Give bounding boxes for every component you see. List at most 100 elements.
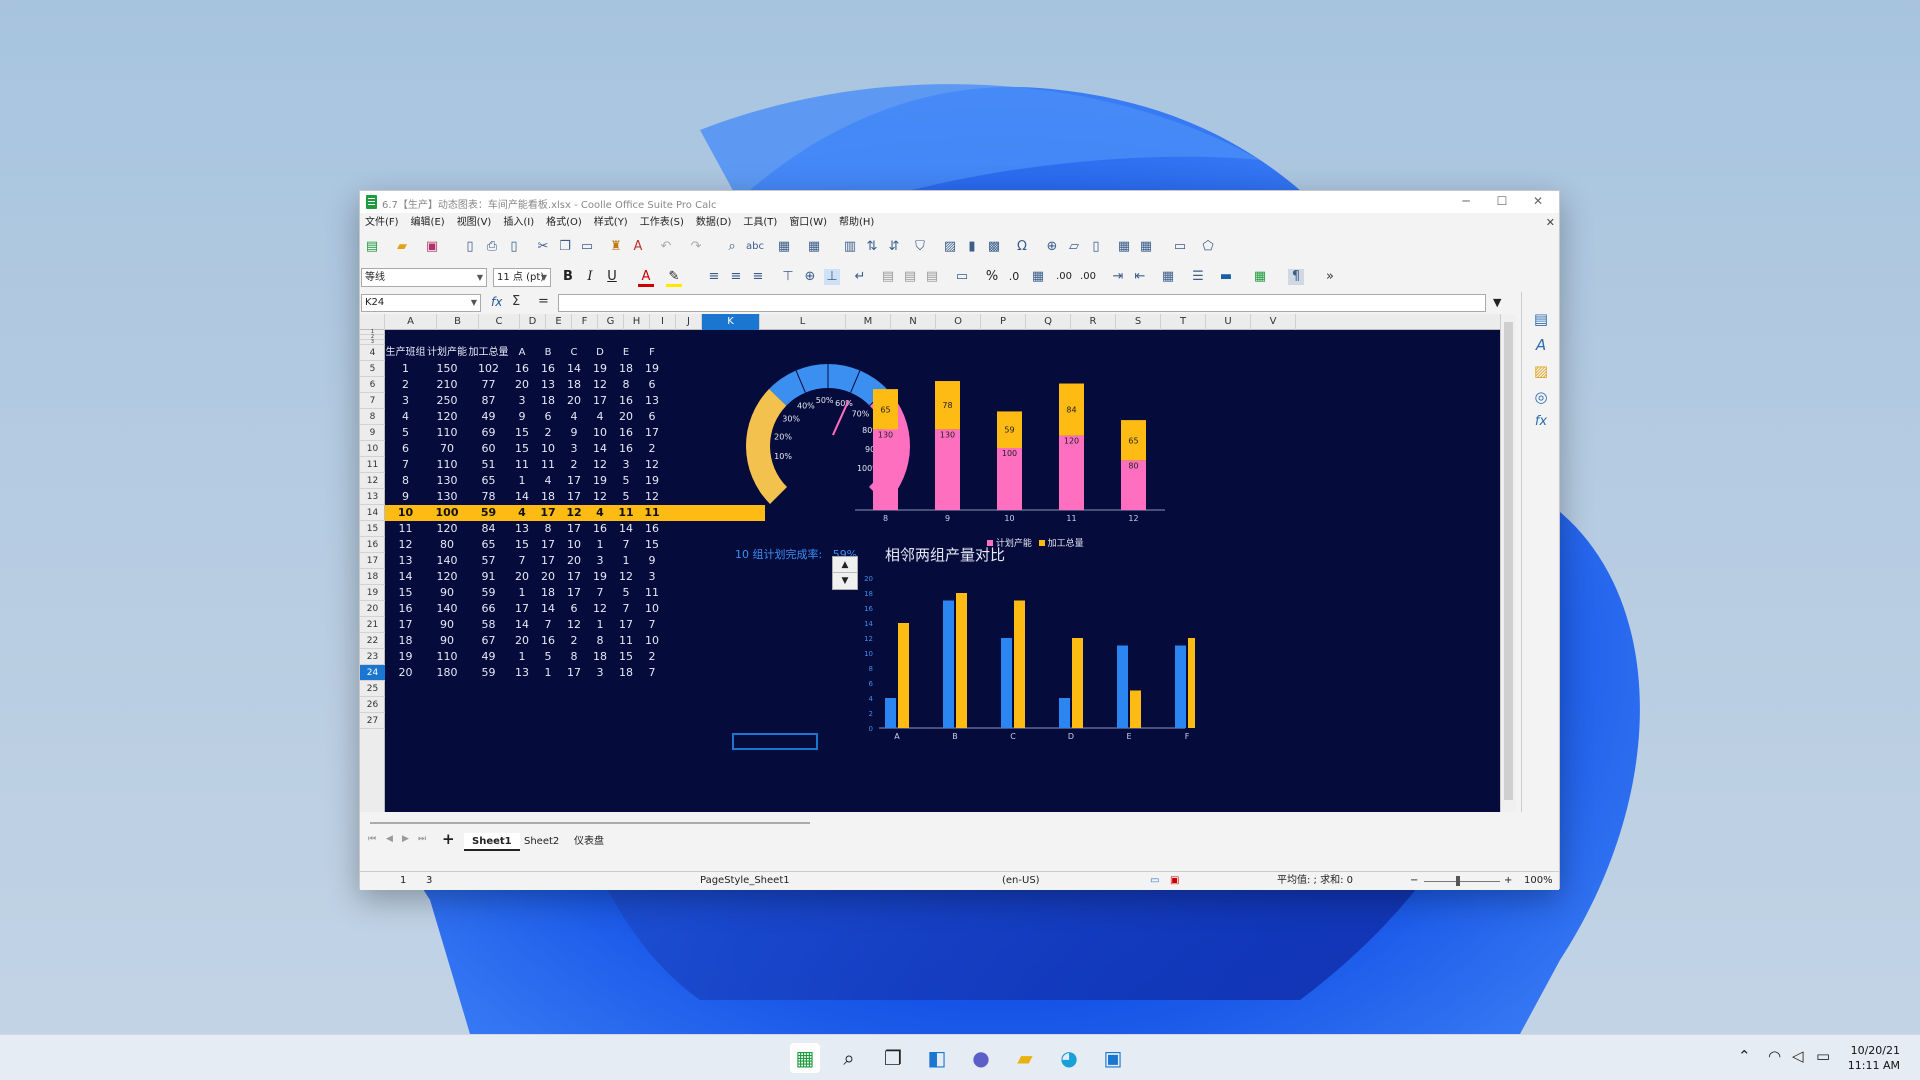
highlight-color-icon[interactable]: ✎ xyxy=(666,269,682,287)
row-header[interactable]: 27 xyxy=(360,713,385,729)
table-cell[interactable]: 19 xyxy=(639,361,665,377)
table-cell[interactable]: 6 xyxy=(561,601,587,617)
table-cell[interactable]: 90 xyxy=(426,617,468,633)
edge-icon[interactable]: ◕ xyxy=(1054,1043,1084,1073)
table-cell[interactable]: 3 xyxy=(587,665,613,681)
clone-formatting-icon[interactable]: ♜ xyxy=(608,239,624,255)
table-cell[interactable]: E xyxy=(613,345,639,361)
row-header[interactable]: 12 xyxy=(360,473,385,489)
table-cell[interactable]: 15 xyxy=(509,537,535,553)
table-cell[interactable]: 4 xyxy=(587,409,613,425)
table-cell[interactable]: 14 xyxy=(613,521,639,537)
table-cell[interactable]: 110 xyxy=(426,457,468,473)
table-cell[interactable]: 20 xyxy=(509,633,535,649)
zoom-level[interactable]: 100% xyxy=(1524,872,1553,890)
table-cell[interactable]: 20 xyxy=(613,409,639,425)
table-cell[interactable]: 17 xyxy=(385,617,426,633)
table-cell[interactable]: 1 xyxy=(535,665,561,681)
table-cell[interactable]: 20 xyxy=(561,553,587,569)
table-cell[interactable]: 1 xyxy=(385,361,426,377)
table-cell[interactable]: 计划产能 xyxy=(426,345,468,361)
wifi-icon[interactable]: ◠ xyxy=(1768,1047,1781,1065)
name-box[interactable]: K24 ▼ xyxy=(361,294,481,312)
define-print-area-icon[interactable]: ▦ xyxy=(1116,239,1132,255)
table-cell[interactable]: 17 xyxy=(639,425,665,441)
chat-icon[interactable]: ● xyxy=(966,1043,996,1073)
gallery-icon[interactable]: ▨ xyxy=(1530,362,1552,384)
menu-format[interactable]: 格式(O) xyxy=(541,213,589,232)
formatting-marks-icon[interactable]: ¶ xyxy=(1288,269,1304,285)
table-cell[interactable]: 7 xyxy=(613,601,639,617)
table-cell[interactable]: 18 xyxy=(613,361,639,377)
table-cell[interactable]: 生产班组 xyxy=(385,345,426,361)
last-sheet-icon[interactable]: ⏭ xyxy=(418,834,426,844)
table-cell[interactable]: 18 xyxy=(535,489,561,505)
table-cell[interactable]: 20 xyxy=(535,569,561,585)
clear-formatting-icon[interactable]: A xyxy=(630,239,646,255)
undo-icon[interactable]: ↶ xyxy=(658,239,674,255)
task-view-icon[interactable]: ❐ xyxy=(878,1043,908,1073)
table-cell[interactable]: 1 xyxy=(509,585,535,601)
column-header[interactable]: H xyxy=(624,314,650,330)
formula-icon[interactable]: = xyxy=(538,294,549,309)
comment-icon[interactable]: ▱ xyxy=(1066,239,1082,255)
table-cell[interactable]: 11 xyxy=(639,505,665,521)
menu-styles[interactable]: 样式(Y) xyxy=(589,213,635,232)
table-cell[interactable]: 3 xyxy=(587,553,613,569)
column-icon[interactable]: ▦ xyxy=(806,239,822,255)
table-cell[interactable]: D xyxy=(587,345,613,361)
table-cell[interactable]: 20 xyxy=(385,665,426,681)
table-cell[interactable]: 180 xyxy=(426,665,468,681)
row-header[interactable]: 18 xyxy=(360,569,385,585)
table-cell[interactable]: 13 xyxy=(509,665,535,681)
redo-icon[interactable]: ↷ xyxy=(688,239,704,255)
table-cell[interactable]: 67 xyxy=(468,633,509,649)
table-cell[interactable]: 2 xyxy=(535,425,561,441)
merge-center-icon[interactable]: ▤ xyxy=(902,269,918,285)
row-header[interactable]: 23 xyxy=(360,649,385,665)
border-style-icon[interactable]: ☰ xyxy=(1190,269,1206,285)
menu-view[interactable]: 视图(V) xyxy=(452,213,499,232)
table-cell[interactable]: 7 xyxy=(639,617,665,633)
font-name-select[interactable]: 等线 ▼ xyxy=(361,268,487,287)
tab-sheet1[interactable]: Sheet1 xyxy=(464,833,520,851)
table-cell[interactable]: 12 xyxy=(587,457,613,473)
insert-image-icon[interactable]: ▨ xyxy=(942,239,958,255)
table-cell[interactable]: A xyxy=(509,345,535,361)
table-cell[interactable]: 19 xyxy=(587,361,613,377)
menu-help[interactable]: 帮助(H) xyxy=(834,213,881,232)
table-cell[interactable]: 18 xyxy=(535,393,561,409)
table-cell[interactable]: 13 xyxy=(639,393,665,409)
table-cell[interactable]: 58 xyxy=(468,617,509,633)
spin-up-icon[interactable]: ▲ xyxy=(833,557,857,573)
table-cell[interactable]: 3 xyxy=(509,393,535,409)
row-header[interactable]: 25 xyxy=(360,681,385,697)
table-cell[interactable]: 17 xyxy=(509,601,535,617)
table-cell[interactable]: 12 xyxy=(587,601,613,617)
table-cell[interactable]: 59 xyxy=(468,505,509,521)
export-pdf-icon[interactable]: ▯ xyxy=(462,239,478,255)
table-cell[interactable]: 49 xyxy=(468,409,509,425)
table-cell[interactable]: 18 xyxy=(587,649,613,665)
table-cell[interactable]: 9 xyxy=(639,553,665,569)
table-cell[interactable]: 77 xyxy=(468,377,509,393)
table-cell[interactable]: 11 xyxy=(613,633,639,649)
functions-icon[interactable]: fx xyxy=(1530,414,1552,436)
table-cell[interactable]: 19 xyxy=(385,649,426,665)
table-cell[interactable]: 5 xyxy=(385,425,426,441)
table-cell[interactable]: 120 xyxy=(426,409,468,425)
table-cell[interactable]: 12 xyxy=(561,617,587,633)
menu-insert[interactable]: 插入(I) xyxy=(498,213,541,232)
special-character-icon[interactable]: Ω xyxy=(1014,239,1030,255)
table-cell[interactable]: 7 xyxy=(587,585,613,601)
table-cell[interactable]: 17 xyxy=(587,393,613,409)
table-cell[interactable]: 17 xyxy=(535,537,561,553)
align-right-icon[interactable]: ≡ xyxy=(750,269,766,285)
table-cell[interactable]: 12 xyxy=(587,377,613,393)
print-preview-icon[interactable]: ▯ xyxy=(506,239,522,255)
table-cell[interactable]: 11 xyxy=(385,521,426,537)
zoom-slider[interactable] xyxy=(1424,881,1500,882)
spin-down-icon[interactable]: ▼ xyxy=(833,573,857,589)
row-header[interactable]: 24 xyxy=(360,665,385,681)
table-cell[interactable]: 57 xyxy=(468,553,509,569)
